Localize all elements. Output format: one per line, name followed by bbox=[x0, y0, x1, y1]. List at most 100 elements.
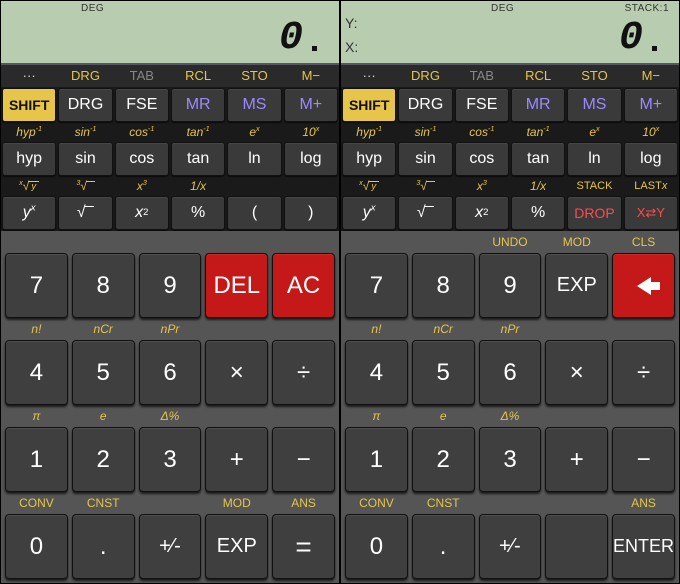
tenx-label: 10x bbox=[283, 123, 339, 141]
cos-button[interactable]: cos bbox=[455, 142, 509, 176]
minus-button[interactable]: − bbox=[272, 427, 335, 492]
digit-6-button[interactable]: 6 bbox=[139, 340, 202, 405]
square-button[interactable]: x2 bbox=[115, 196, 169, 230]
decimal-button[interactable]: . bbox=[412, 514, 475, 579]
more-label: ··· bbox=[341, 65, 397, 87]
sin-button[interactable]: sin bbox=[398, 142, 452, 176]
digit-4-button[interactable]: 4 bbox=[345, 340, 408, 405]
mplus-button[interactable]: M+ bbox=[284, 88, 338, 122]
shift-button[interactable]: SHIFT bbox=[342, 88, 396, 122]
fse-button[interactable]: FSE bbox=[115, 88, 169, 122]
calculator-left: DEG 0 ··· DRG TAB RCL STO M− SHIFT DRG F… bbox=[0, 0, 340, 584]
mr-button[interactable]: MR bbox=[511, 88, 565, 122]
xrooty-label: x√y bbox=[341, 177, 397, 195]
conv-label: CONV bbox=[345, 494, 408, 512]
digit-7-button[interactable]: 7 bbox=[345, 253, 408, 318]
multiply-button[interactable]: × bbox=[545, 340, 608, 405]
backspace-button[interactable] bbox=[612, 253, 675, 318]
equals-button[interactable]: = bbox=[272, 514, 335, 579]
percent-button[interactable]: % bbox=[511, 196, 565, 230]
sign-button[interactable]: +⁄- bbox=[479, 514, 542, 579]
multiply-button[interactable]: × bbox=[205, 340, 268, 405]
cube-label: x3 bbox=[114, 177, 170, 195]
lparen-button[interactable]: ( bbox=[227, 196, 281, 230]
sqrt-button[interactable]: √ bbox=[398, 196, 452, 230]
blank-button[interactable] bbox=[545, 514, 608, 579]
exp-button[interactable]: EXP bbox=[205, 514, 268, 579]
ans-label: ANS bbox=[272, 494, 335, 512]
ms-button[interactable]: MS bbox=[567, 88, 621, 122]
pi-label: π bbox=[345, 407, 408, 425]
enter-button[interactable]: ENTER bbox=[612, 514, 675, 579]
digit-1-button[interactable]: 1 bbox=[345, 427, 408, 492]
sqrt-button[interactable]: √ bbox=[58, 196, 112, 230]
mplus-button[interactable]: M+ bbox=[624, 88, 678, 122]
shift-button[interactable]: SHIFT bbox=[2, 88, 56, 122]
digit-8-button[interactable]: 8 bbox=[72, 253, 135, 318]
minus-button[interactable]: − bbox=[612, 427, 675, 492]
digit-4-button[interactable]: 4 bbox=[5, 340, 68, 405]
tan-button[interactable]: tan bbox=[171, 142, 225, 176]
function-row-1: SHIFT DRG FSE MR MS M+ bbox=[341, 87, 679, 123]
hypinv-label: hyp-1 bbox=[1, 123, 57, 141]
percent-button[interactable]: % bbox=[171, 196, 225, 230]
digit-6-button[interactable]: 6 bbox=[479, 340, 542, 405]
decimal-button[interactable]: . bbox=[72, 514, 135, 579]
del-button[interactable]: DEL bbox=[205, 253, 268, 318]
yx-button[interactable]: yx bbox=[342, 196, 396, 230]
conv-label: CONV bbox=[5, 494, 68, 512]
digit-5-button[interactable]: 5 bbox=[412, 340, 475, 405]
label-row-2: hyp-1 sin-1 cos-1 tan-1 ex 10x bbox=[341, 123, 679, 141]
rcl-label: RCL bbox=[170, 65, 226, 87]
drg-button[interactable]: DRG bbox=[58, 88, 112, 122]
digit-5-button[interactable]: 5 bbox=[72, 340, 135, 405]
digit-9-button[interactable]: 9 bbox=[139, 253, 202, 318]
ln-button[interactable]: ln bbox=[567, 142, 621, 176]
digit-0-button[interactable]: 0 bbox=[345, 514, 408, 579]
ac-button[interactable]: AC bbox=[272, 253, 335, 318]
ln-button[interactable]: ln bbox=[227, 142, 281, 176]
sign-button[interactable]: +⁄- bbox=[139, 514, 202, 579]
digit-2-button[interactable]: 2 bbox=[72, 427, 135, 492]
digit-7-button[interactable]: 7 bbox=[5, 253, 68, 318]
mod-label: MOD bbox=[545, 233, 608, 251]
log-button[interactable]: log bbox=[284, 142, 338, 176]
digit-0-button[interactable]: 0 bbox=[5, 514, 68, 579]
rparen-button[interactable]: ) bbox=[284, 196, 338, 230]
lcd-display: DEG STACK:1 Y: X: 0 bbox=[341, 1, 679, 65]
function-row-1: SHIFT DRG FSE MR MS M+ bbox=[1, 87, 339, 123]
x-register-label: X: bbox=[345, 39, 358, 55]
digit-2-button[interactable]: 2 bbox=[412, 427, 475, 492]
digit-9-button[interactable]: 9 bbox=[479, 253, 542, 318]
drg-label: DRG bbox=[397, 65, 453, 87]
tan-button[interactable]: tan bbox=[511, 142, 565, 176]
divide-button[interactable]: ÷ bbox=[272, 340, 335, 405]
digit-1-button[interactable]: 1 bbox=[5, 427, 68, 492]
plus-button[interactable]: + bbox=[545, 427, 608, 492]
drg-button[interactable]: DRG bbox=[398, 88, 452, 122]
e-label: e bbox=[72, 407, 135, 425]
log-button[interactable]: log bbox=[624, 142, 678, 176]
digit-8-button[interactable]: 8 bbox=[412, 253, 475, 318]
cos-button[interactable]: cos bbox=[115, 142, 169, 176]
fse-button[interactable]: FSE bbox=[455, 88, 509, 122]
ms-button[interactable]: MS bbox=[227, 88, 281, 122]
tenx-label: 10x bbox=[623, 123, 679, 141]
function-row-3: yx √ x2 % DROP X⇄Y bbox=[341, 195, 679, 231]
digit-3-button[interactable]: 3 bbox=[139, 427, 202, 492]
mr-button[interactable]: MR bbox=[171, 88, 225, 122]
digit-3-button[interactable]: 3 bbox=[479, 427, 542, 492]
drop-button[interactable]: DROP bbox=[567, 196, 621, 230]
plus-button[interactable]: + bbox=[205, 427, 268, 492]
factorial-label: n! bbox=[5, 320, 68, 338]
hyp-button[interactable]: hyp bbox=[342, 142, 396, 176]
exp-button[interactable]: EXP bbox=[545, 253, 608, 318]
divide-button[interactable]: ÷ bbox=[612, 340, 675, 405]
atan-label: tan-1 bbox=[510, 123, 566, 141]
sin-button[interactable]: sin bbox=[58, 142, 112, 176]
hyp-button[interactable]: hyp bbox=[2, 142, 56, 176]
square-button[interactable]: x2 bbox=[455, 196, 509, 230]
cbrt-label: 3√ bbox=[57, 177, 113, 195]
xyswap-button[interactable]: X⇄Y bbox=[624, 196, 678, 230]
yx-button[interactable]: yx bbox=[2, 196, 56, 230]
